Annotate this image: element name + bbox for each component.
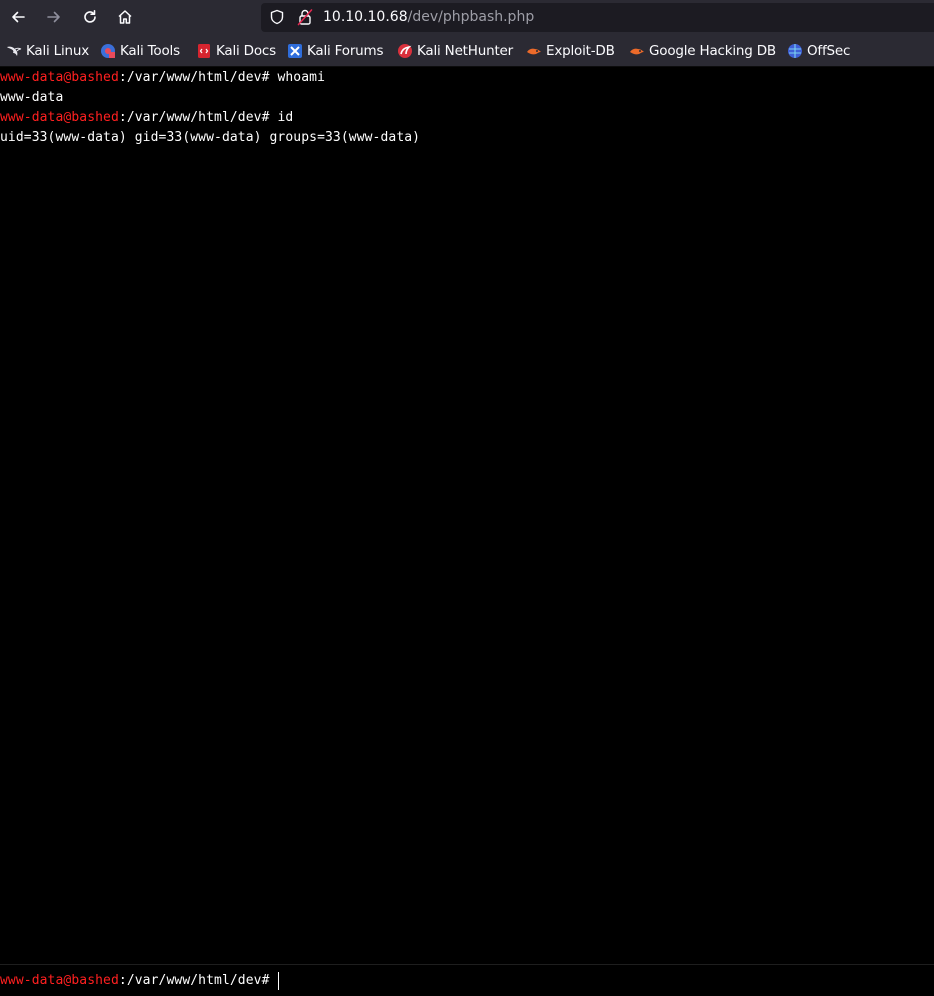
bookmark-label: Exploit-DB	[546, 43, 615, 59]
arrow-left-icon	[12, 11, 25, 23]
url-text: 10.10.10.68/dev/phpbash.php	[323, 9, 534, 25]
exploit-db-icon	[527, 48, 541, 55]
bookmark-label: Kali NetHunter	[417, 43, 513, 59]
terminal-command: whoami	[277, 70, 326, 85]
prompt-user: www-data@bashed	[0, 70, 119, 85]
kali-dragon-icon	[7, 46, 22, 56]
terminal-output-line: uid=33(www-data) gid=33(www-data) groups…	[0, 130, 421, 145]
bookmark-label: Kali Linux	[26, 43, 90, 59]
kali-docs-icon	[198, 44, 210, 58]
bookmark-label: Kali Docs	[216, 43, 276, 59]
reload-icon	[84, 10, 96, 23]
bookmark-kali-docs[interactable]: Kali Docs	[196, 42, 276, 60]
terminal-prompt-line: www-data@bashed:/var/www/html/dev# whoam…	[0, 68, 325, 88]
prompt-path: :/var/www/html/dev#	[118, 110, 278, 125]
back-button[interactable]	[4, 4, 32, 30]
input-prompt-line: www-data@bashed:/var/www/html/dev#	[0, 971, 578, 991]
home-button[interactable]	[111, 4, 139, 30]
bookmark-kali-linux[interactable]: Kali Linux	[6, 42, 89, 60]
insecure-lock-icon[interactable]	[297, 8, 313, 26]
bookmarks-toolbar: Kali Linux Kali Tools Kali Docs Kali For…	[0, 35, 934, 67]
bookmark-kali-forums[interactable]: Kali Forums	[287, 42, 384, 60]
terminal-output: www-data@bashed:/var/www/html/dev# whoam…	[0, 68, 934, 964]
bookmark-kali-tools[interactable]: Kali Tools	[100, 42, 180, 60]
arrow-right-icon	[47, 11, 60, 23]
terminal-prompt-line: www-data@bashed:/var/www/html/dev# id	[0, 108, 293, 128]
bookmark-kali-nethunter[interactable]: Kali NetHunter	[397, 42, 513, 60]
command-input[interactable]	[277, 972, 578, 990]
kali-forums-icon	[288, 44, 302, 58]
url-host: 10.10.10.68	[323, 9, 408, 25]
bookmark-label: Kali Tools	[120, 43, 180, 59]
address-bar[interactable]: 10.10.10.68/dev/phpbash.php	[261, 3, 934, 32]
command-input-bar: www-data@bashed:/var/www/html/dev#	[0, 964, 934, 996]
home-icon	[118, 10, 132, 24]
url-path: /dev/phpbash.php	[407, 9, 535, 25]
prompt-user: www-data@bashed	[0, 110, 119, 125]
tracking-protection-shield-icon[interactable]	[269, 9, 285, 25]
bookmark-label: Google Hacking DB	[649, 43, 776, 59]
kali-tools-icon	[101, 44, 115, 58]
reload-button[interactable]	[76, 4, 104, 30]
ghdb-icon	[630, 48, 644, 55]
offsec-icon	[788, 44, 802, 58]
prompt-user: www-data@bashed	[0, 973, 119, 988]
kali-nethunter-icon	[398, 44, 412, 58]
terminal-output-line: www-data	[0, 90, 64, 105]
prompt-path: :/var/www/html/dev#	[118, 973, 270, 988]
forward-button[interactable]	[40, 4, 68, 30]
bookmark-exploit-db[interactable]: Exploit-DB	[526, 42, 615, 60]
bookmark-label: Kali Forums	[307, 43, 384, 59]
bookmark-label: OffSec	[807, 43, 851, 59]
bookmark-offsec[interactable]: OffSec	[787, 42, 850, 60]
prompt-path: :/var/www/html/dev#	[118, 70, 278, 85]
terminal-command: id	[277, 110, 294, 125]
navigation-toolbar: 10.10.10.68/dev/phpbash.php	[0, 0, 934, 35]
bookmark-google-hacking-db[interactable]: Google Hacking DB	[629, 42, 776, 60]
